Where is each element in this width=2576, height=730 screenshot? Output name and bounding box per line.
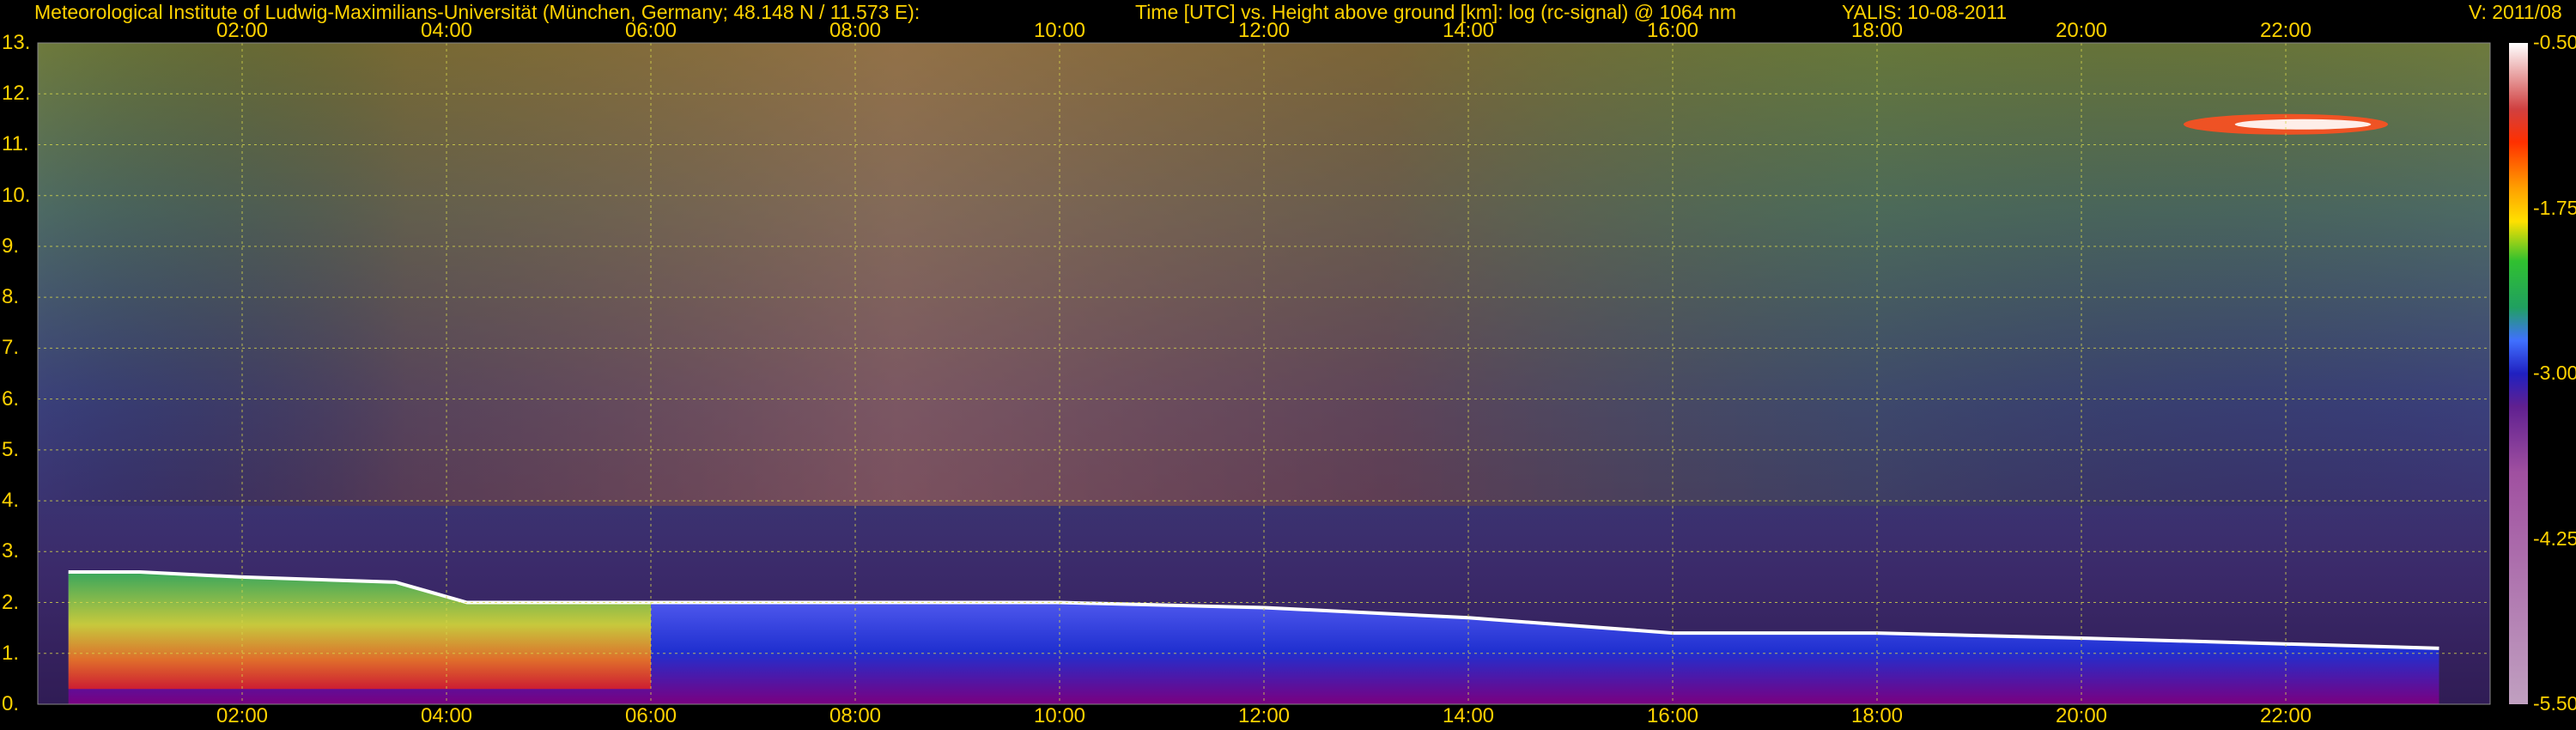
lidar-plot: Meteorological Institute of Ludwig-Maxim… [0, 0, 2576, 730]
high-cloud-core [2234, 119, 2372, 130]
colorbar [2509, 43, 2528, 704]
plot-area [37, 42, 2528, 705]
upper-signal-band [38, 43, 2490, 506]
